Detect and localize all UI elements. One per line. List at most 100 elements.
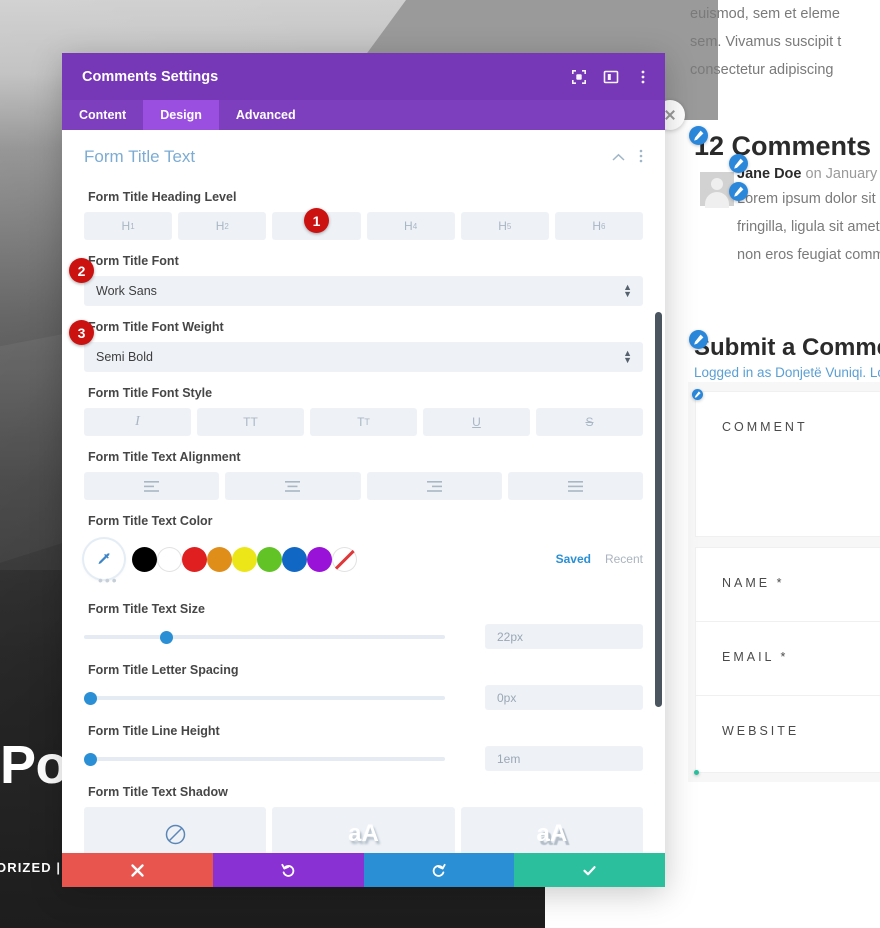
h2-sub: 2	[224, 221, 229, 231]
font-select[interactable]: Work Sans ▲ ▼	[84, 276, 643, 306]
field-label: Form Title Text Size	[88, 602, 205, 616]
field-letter-spacing: Form Title Letter Spacing 0px	[84, 663, 643, 710]
more-vertical-icon[interactable]	[635, 69, 651, 85]
letter-spacing-value[interactable]: 0px	[485, 685, 643, 710]
submit-comment-heading: Submit a Comment	[694, 334, 880, 361]
screenshot-root: Po ORIZED | euismod, sem et eleme sem. V…	[0, 0, 880, 928]
annotation-badge-1: 1	[304, 208, 329, 233]
divi-edit-icon[interactable]	[689, 126, 708, 145]
swatch-black[interactable]	[132, 546, 157, 572]
comment-body-line: fringilla, ligula sit amet plac	[737, 219, 880, 235]
field-label: Form Title Font Weight	[88, 320, 224, 334]
divi-edit-icon[interactable]	[729, 154, 748, 173]
saved-colors-tab[interactable]: Saved	[556, 552, 591, 566]
heading-level-options: H1 H2 H3 H4 H5 H6	[84, 212, 644, 240]
layout-icon[interactable]	[603, 69, 619, 85]
comment-textarea[interactable]: COMMENT	[696, 392, 880, 536]
text-size-slider[interactable]	[84, 629, 445, 645]
h4-sub: 4	[412, 221, 418, 231]
italic-icon[interactable]: I	[84, 408, 191, 436]
uppercase-icon[interactable]: TT	[197, 408, 304, 436]
cancel-button[interactable]	[62, 853, 213, 887]
field-line-height: Form Title Line Height 1em	[84, 724, 643, 771]
letter-spacing-slider-row: 0px	[84, 685, 643, 710]
swatch-white[interactable]	[157, 546, 182, 572]
shadow-soft-icon[interactable]: aA	[272, 807, 455, 853]
field-font-weight: Form Title Font Weight Semi Bold ▲ ▼	[84, 320, 643, 372]
swatch-yellow[interactable]	[232, 546, 257, 572]
select-arrows-icon: ▲ ▼	[623, 348, 632, 365]
annotation-badge-3: 3	[69, 320, 94, 345]
underline-icon[interactable]: U	[423, 408, 530, 436]
line-height-value[interactable]: 1em	[485, 746, 643, 771]
tab-design[interactable]: Design	[143, 100, 219, 130]
swatch-transparent[interactable]	[332, 546, 357, 572]
undo-button[interactable]	[212, 853, 364, 887]
slider-knob[interactable]	[159, 630, 173, 644]
field-label: Form Title Text Shadow	[88, 785, 228, 799]
h6-sub: 6	[601, 221, 606, 231]
strikethrough-icon[interactable]: S	[536, 408, 643, 436]
letter-spacing-slider[interactable]	[84, 690, 445, 706]
no-shadow-icon[interactable]	[84, 807, 267, 853]
align-center-icon[interactable]	[225, 472, 361, 500]
swatch-blue[interactable]	[282, 546, 307, 572]
divi-edit-icon[interactable]	[692, 389, 703, 400]
hero-post-meta: ORIZED |	[0, 860, 62, 875]
tab-advanced[interactable]: Advanced	[219, 100, 313, 130]
text-size-slider-row: 22px	[84, 624, 643, 649]
chevron-up-icon[interactable]	[612, 150, 625, 165]
comment-body-line: Lorem ipsum dolor sit amet	[737, 191, 880, 207]
focus-icon[interactable]	[571, 69, 587, 85]
slider-knob[interactable]	[84, 691, 97, 705]
swatch-green[interactable]	[257, 546, 282, 572]
field-label: Form Title Heading Level	[88, 190, 237, 204]
h1-sub: 1	[130, 221, 135, 231]
field-font: Form Title Font Work Sans ▲ ▼	[84, 254, 643, 306]
hero-post-title: Po	[0, 735, 69, 795]
divi-edit-icon[interactable]	[729, 182, 748, 201]
smallcaps-icon[interactable]: TT	[310, 408, 417, 436]
heading-level-h5[interactable]: H5	[460, 212, 549, 240]
field-text-color: Form Title Text Color Saved Recent •••	[84, 514, 643, 588]
field-label: Form Title Line Height	[88, 724, 220, 738]
field-label: Form Title Text Color	[88, 514, 213, 528]
modal-header-actions	[571, 69, 651, 85]
heading-level-h4[interactable]: H4	[366, 212, 455, 240]
align-right-icon[interactable]	[366, 472, 502, 500]
h5-sub: 5	[506, 221, 512, 231]
field-label: Form Title Text Alignment	[88, 450, 241, 464]
recent-colors-tab[interactable]: Recent	[605, 552, 643, 566]
slider-track	[84, 695, 445, 700]
text-alignment-options	[84, 472, 643, 500]
text-size-value[interactable]: 22px	[485, 624, 643, 649]
heading-level-h1[interactable]: H1	[84, 212, 173, 240]
divi-edit-icon[interactable]	[694, 770, 699, 775]
name-input[interactable]: NAME *	[696, 548, 880, 624]
heading-level-h6[interactable]: H6	[554, 212, 644, 240]
divi-edit-icon[interactable]	[689, 330, 708, 349]
slider-knob[interactable]	[84, 752, 97, 766]
section-header-form-title-text[interactable]: Form Title Text	[84, 130, 643, 176]
align-justify-icon[interactable]	[507, 472, 643, 500]
logged-in-notice[interactable]: Logged in as Donjetë Vuniqi. Log ou	[694, 365, 880, 380]
redo-button[interactable]	[363, 853, 515, 887]
text-shadow-options: aA aA	[84, 807, 643, 853]
swatch-purple[interactable]	[307, 546, 332, 572]
more-vertical-icon[interactable]	[639, 149, 643, 166]
smallcaps-small-t: T	[364, 417, 370, 427]
swatch-orange[interactable]	[207, 546, 232, 572]
swatch-red[interactable]	[182, 546, 207, 572]
align-left-icon[interactable]	[84, 472, 220, 500]
save-button[interactable]	[514, 853, 665, 887]
modal-scrollbar[interactable]	[655, 312, 662, 707]
more-colors-icon[interactable]: •••	[98, 572, 643, 588]
font-weight-select[interactable]: Semi Bold ▲ ▼	[84, 342, 643, 372]
shadow-hard-icon[interactable]: aA	[460, 807, 643, 853]
line-height-slider[interactable]	[84, 751, 445, 767]
modal-footer	[62, 853, 665, 887]
email-input[interactable]: EMAIL *	[696, 622, 880, 698]
tab-content[interactable]: Content	[62, 100, 143, 130]
website-input[interactable]: WEBSITE	[696, 696, 880, 772]
heading-level-h2[interactable]: H2	[178, 212, 267, 240]
